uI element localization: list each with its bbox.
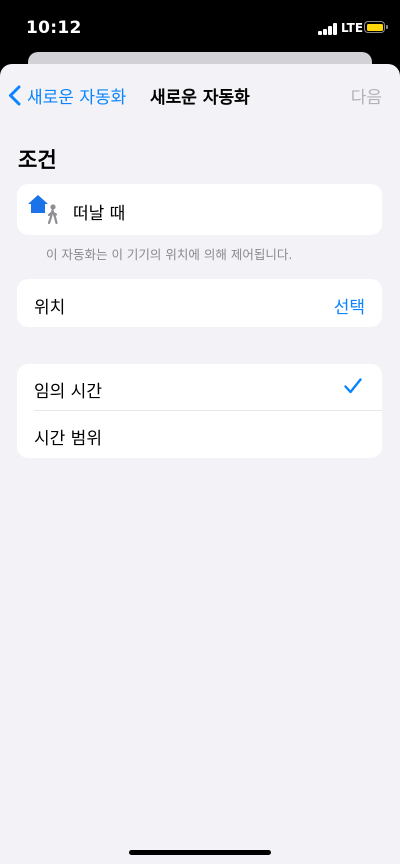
next-button[interactable]: 다음 [351,83,382,108]
back-button-label: 새로운 자동화 [27,87,127,108]
back-button[interactable]: 새로운 자동화 [8,80,126,110]
checkmark-icon [344,378,362,394]
status-time: 10:12 [26,18,82,38]
location-row[interactable]: 위치 선택 [17,279,382,327]
home-indicator[interactable] [129,850,271,855]
chevron-left-icon [9,85,21,105]
time-option-time-range[interactable]: 시간 범위 [17,411,382,458]
trigger-label: 떠날 때 [73,204,126,224]
time-option-label: 시간 범위 [34,429,102,449]
status-bar: 10:12 LTE [0,0,400,56]
time-option-label: 임의 시간 [34,382,102,402]
nav-title: 새로운 자동화 [150,88,250,108]
time-options-card: 임의 시간 시간 범위 [17,364,382,458]
battery-icon [364,21,388,33]
select-location-button[interactable]: 선택 [334,293,365,318]
location-footnote: 이 자동화는 이 기기의 위치에 의해 제어됩니다. [46,247,293,262]
cellular-signal-icon [318,23,337,35]
home-leaving-icon [28,195,58,225]
network-type: LTE [341,21,364,35]
trigger-card[interactable]: 떠날 때 [17,184,382,235]
section-title-condition: 조건 [18,148,57,172]
location-label: 위치 [34,298,66,318]
automation-sheet: 새로운 자동화 새로운 자동화 다음 조건 떠날 때 이 자동화는 이 기기의 … [0,64,400,864]
time-option-any-time[interactable]: 임의 시간 [17,364,382,411]
